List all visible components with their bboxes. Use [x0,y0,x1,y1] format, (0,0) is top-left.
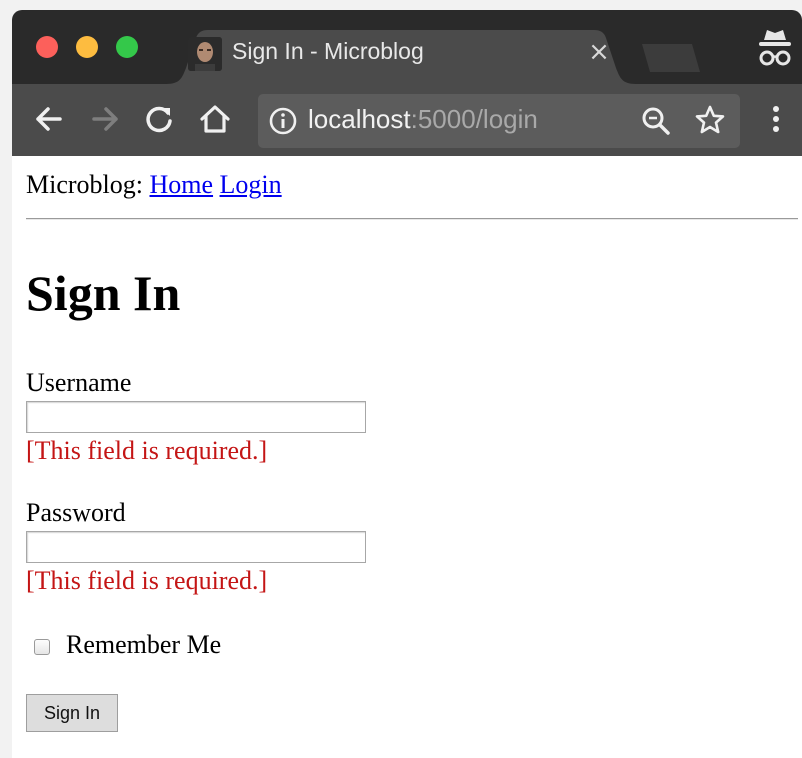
password-label: Password [26,498,126,527]
password-error: [This field is required.] [26,566,268,595]
reload-icon[interactable] [142,102,176,136]
tab-close-icon[interactable]: × [586,37,612,67]
url-text[interactable]: localhost:5000/login [308,104,538,135]
back-arrow-icon[interactable] [32,102,66,136]
page-title: Sign In [26,265,181,321]
maximize-window-button[interactable] [116,36,138,58]
url-path: :5000/login [410,104,538,134]
sign-in-button[interactable]: Sign In [26,694,118,732]
menu-dots-icon[interactable] [766,102,786,136]
page-content: Microblog: Home Login Sign In Username [… [12,156,802,758]
close-window-button[interactable] [36,36,58,58]
username-error: [This field is required.] [26,436,268,465]
remember-me-label: Remember Me [66,630,222,659]
username-label: Username [26,368,132,397]
password-input[interactable] [26,531,366,563]
zoom-icon[interactable] [640,105,674,139]
profile-photo-favicon-icon [188,37,222,71]
info-icon[interactable] [268,106,302,140]
nav-divider [26,218,798,220]
minimize-window-button[interactable] [76,36,98,58]
browser-titlebar: Sign In - Microblog × [12,10,802,84]
home-icon[interactable] [198,102,232,136]
nav-brand: Microblog: [26,170,143,199]
new-tab-button[interactable] [638,44,702,72]
nav-home-link[interactable]: Home [150,170,214,199]
site-nav: Microblog: Home Login [26,170,282,200]
tab-title: Sign In - Microblog [232,38,424,64]
username-input[interactable] [26,401,366,433]
forward-arrow-icon[interactable] [88,102,122,136]
remember-me-checkbox[interactable] [34,639,50,655]
nav-login-link[interactable]: Login [220,170,282,199]
star-icon[interactable] [694,104,728,138]
url-host: localhost [308,104,411,134]
incognito-icon [756,26,794,70]
